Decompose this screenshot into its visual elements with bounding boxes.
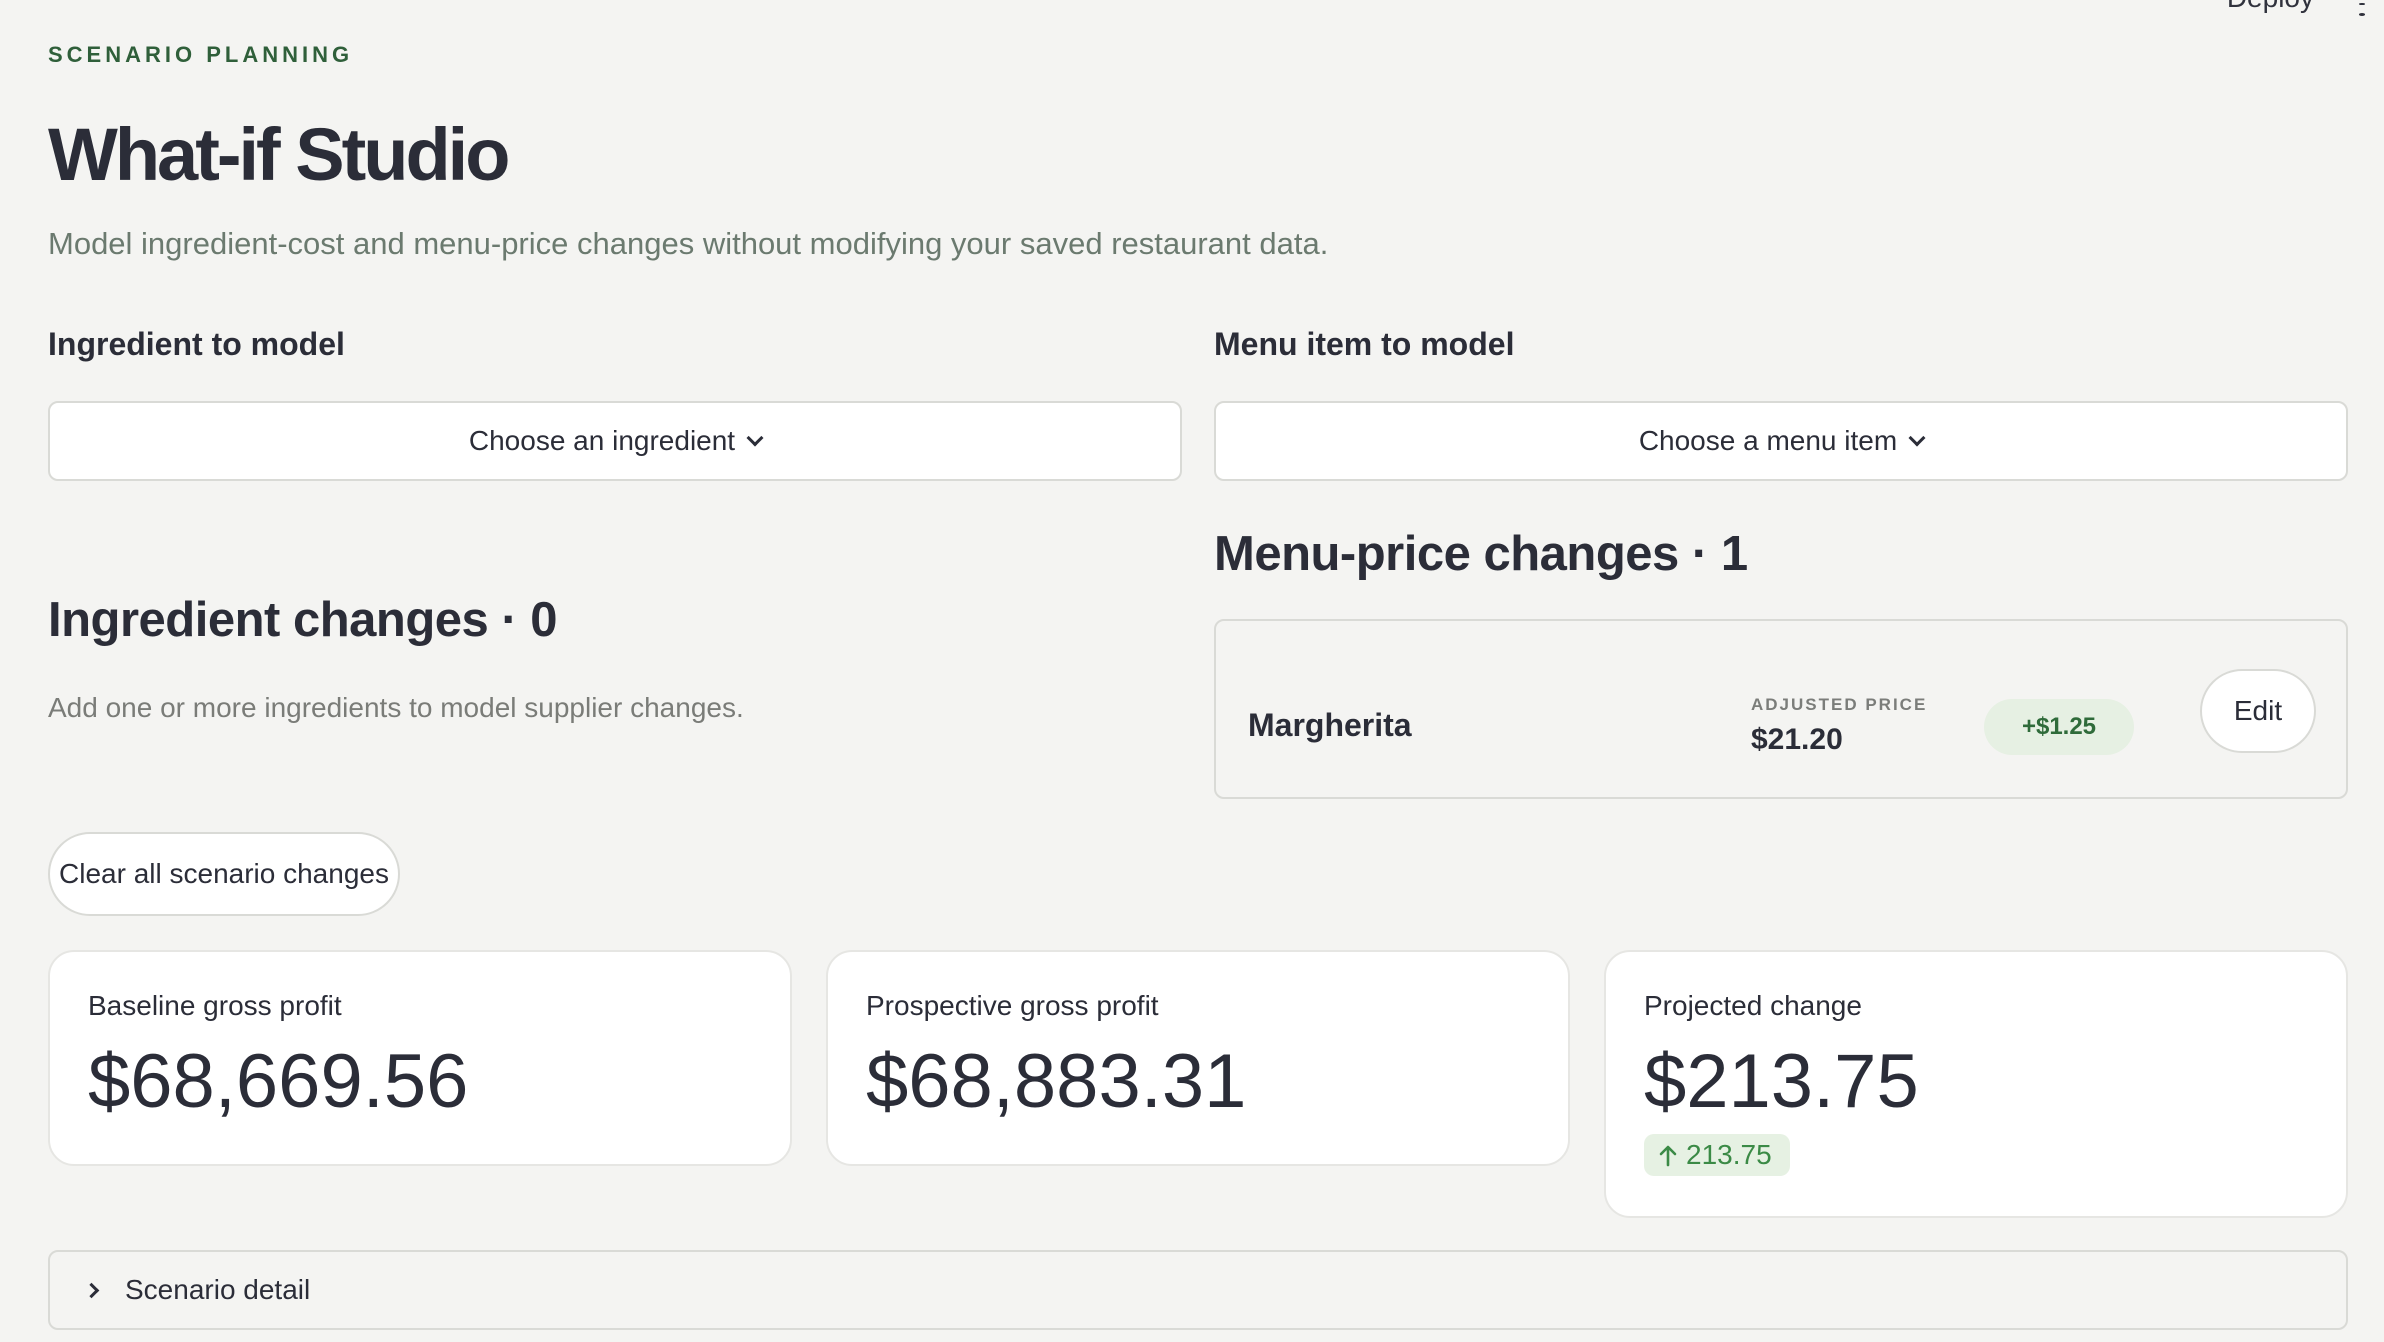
- prospective-profit-card: Prospective gross profit $68,883.31: [826, 950, 1570, 1166]
- ingredient-select-label: Ingredient to model: [48, 326, 345, 362]
- price-delta-badge: +$1.25: [1984, 699, 2134, 755]
- page-eyebrow: SCENARIO PLANNING: [48, 42, 354, 67]
- ingredient-changes-helper: Add one or more ingredients to model sup…: [48, 692, 744, 723]
- metric-label: Projected change: [1644, 990, 1862, 1021]
- metric-label: Prospective gross profit: [866, 990, 1159, 1021]
- ingredient-select[interactable]: Choose an ingredient: [48, 401, 1182, 481]
- page-title: What-if Studio: [48, 113, 510, 196]
- chevron-down-icon: [746, 429, 764, 447]
- chevron-right-icon: [83, 1282, 100, 1298]
- metric-value: $213.75: [1644, 1039, 1919, 1124]
- kebab-menu-icon[interactable]: [2350, 0, 2374, 17]
- menu-item-select[interactable]: Choose a menu item: [1214, 401, 2348, 481]
- arrow-up-icon: [1659, 1145, 1677, 1167]
- adjusted-price-label: ADJUSTED PRICE: [1751, 695, 1928, 714]
- deploy-button[interactable]: Deploy: [2227, 0, 2314, 14]
- scenario-detail-expander[interactable]: Scenario detail: [48, 1250, 2348, 1330]
- edit-button[interactable]: Edit: [2200, 669, 2316, 753]
- metric-value: $68,669.56: [88, 1039, 469, 1124]
- clear-scenario-button[interactable]: Clear all scenario changes: [48, 832, 400, 916]
- metric-delta-badge: 213.75: [1644, 1134, 1790, 1176]
- projected-change-card: Projected change $213.75 213.75: [1604, 950, 2348, 1218]
- chevron-down-icon: [1908, 429, 1926, 447]
- menu-item-name: Margherita: [1248, 707, 1412, 743]
- what-if-studio-page: Deploy SCENARIO PLANNING What-if Studio …: [0, 0, 2384, 1342]
- page-subtitle: Model ingredient-cost and menu-price cha…: [48, 226, 1329, 261]
- ingredient-changes-heading: Ingredient changes · 0: [48, 593, 558, 647]
- adjusted-price-value: $21.20: [1751, 723, 1843, 756]
- menu-item-select-placeholder: Choose a menu item: [1638, 425, 1898, 456]
- menu-price-changes-heading: Menu-price changes · 1: [1214, 527, 1748, 581]
- menu-price-change-card: Margherita ADJUSTED PRICE $21.20 +$1.25 …: [1214, 619, 2348, 799]
- scenario-detail-label: Scenario detail: [125, 1274, 311, 1305]
- metric-value: $68,883.31: [866, 1039, 1247, 1124]
- metric-delta-value: 213.75: [1686, 1139, 1772, 1170]
- baseline-profit-card: Baseline gross profit $68,669.56: [48, 950, 792, 1166]
- menu-item-select-label: Menu item to model: [1214, 326, 1515, 362]
- metric-label: Baseline gross profit: [88, 990, 342, 1021]
- ingredient-select-placeholder: Choose an ingredient: [468, 425, 736, 456]
